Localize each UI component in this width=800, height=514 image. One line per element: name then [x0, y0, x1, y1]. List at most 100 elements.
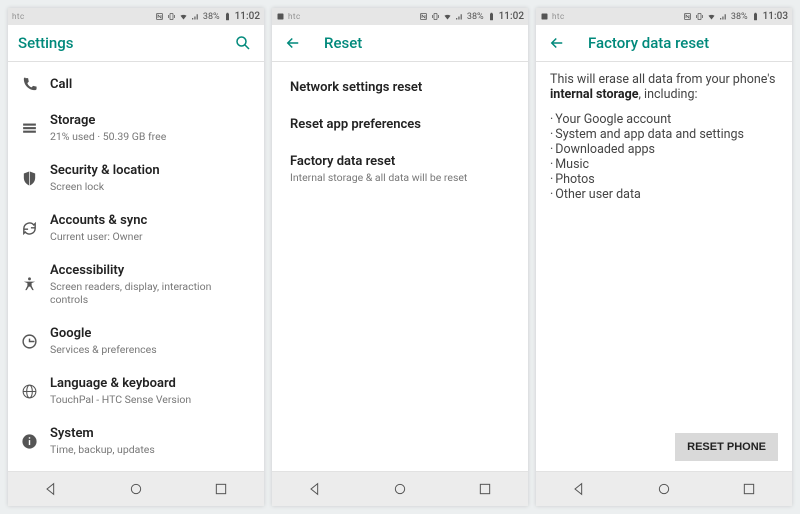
wifi-icon — [707, 12, 716, 21]
accessibility-icon — [16, 276, 42, 293]
app-bar: Factory data reset — [536, 25, 792, 62]
vibrate-icon — [167, 12, 176, 21]
erase-item: Your Google account — [550, 112, 778, 127]
status-battery: 38% — [731, 12, 748, 22]
signal-icon — [191, 12, 200, 21]
nav-recents-button[interactable] — [734, 474, 764, 504]
google-icon — [16, 333, 42, 350]
status-bar: htc 38% 11:03 — [536, 8, 792, 25]
arrow-back-icon — [548, 34, 566, 52]
reset-item-network[interactable]: Network settings reset — [272, 70, 528, 107]
status-battery: 38% — [203, 12, 220, 22]
status-time: 11:03 — [763, 11, 788, 22]
row-title: Call — [50, 77, 252, 92]
status-battery: 38% — [467, 12, 484, 22]
signal-icon — [719, 12, 728, 21]
page-title: Factory data reset — [588, 34, 782, 52]
app-bar: Reset — [272, 25, 528, 62]
row-subtitle: Screen readers, display, interaction con… — [50, 280, 252, 306]
back-button[interactable] — [546, 32, 568, 54]
settings-row-call[interactable]: Call — [8, 66, 264, 103]
nav-back-button[interactable] — [36, 474, 66, 504]
row-subtitle: TouchPal - HTC Sense Version — [50, 393, 252, 406]
arrow-back-icon — [284, 34, 302, 52]
settings-row-accessibility[interactable]: Accessibility Screen readers, display, in… — [8, 253, 264, 316]
settings-row-system[interactable]: System Time, backup, updates — [8, 416, 264, 466]
erase-list: Your Google account System and app data … — [550, 112, 778, 202]
reset-list: Network settings reset Reset app prefere… — [272, 62, 528, 471]
back-button[interactable] — [282, 32, 304, 54]
status-brand: htc — [552, 12, 565, 21]
battery-icon — [223, 12, 232, 21]
battery-icon — [487, 12, 496, 21]
row-title: Reset app preferences — [290, 117, 514, 132]
row-subtitle: Time, backup, updates — [50, 443, 252, 456]
vibrate-icon — [431, 12, 440, 21]
reset-item-app-prefs[interactable]: Reset app preferences — [272, 107, 528, 144]
search-button[interactable] — [232, 32, 254, 54]
circle-home-icon — [656, 481, 672, 497]
status-bar: htc 38% 11:02 — [8, 8, 264, 25]
status-time: 11:02 — [235, 11, 260, 22]
square-recents-icon — [213, 481, 229, 497]
battery-icon — [751, 12, 760, 21]
settings-row-security[interactable]: Security & location Screen lock — [8, 153, 264, 203]
erase-item: Downloaded apps — [550, 142, 778, 157]
settings-row-storage[interactable]: Storage21% used · 50.39 GB free — [8, 103, 264, 153]
reset-phone-button[interactable]: RESET PHONE — [675, 433, 778, 461]
settings-row-google[interactable]: GoogleServices & preferences — [8, 316, 264, 366]
search-icon — [234, 34, 252, 52]
status-brand: htc — [12, 12, 25, 21]
row-title: Accessibility — [50, 263, 252, 278]
shield-icon — [16, 170, 42, 187]
nav-back-button[interactable] — [564, 474, 594, 504]
nfc-icon — [419, 12, 428, 21]
erase-item: Photos — [550, 172, 778, 187]
row-subtitle: Current user: Owner — [50, 230, 252, 243]
nav-bar — [8, 471, 264, 506]
nav-recents-button[interactable] — [470, 474, 500, 504]
row-title: Accounts & sync — [50, 213, 252, 228]
row-title: System — [50, 426, 252, 441]
row-title: Security & location — [50, 163, 252, 178]
nav-back-button[interactable] — [300, 474, 330, 504]
nav-recents-button[interactable] — [206, 474, 236, 504]
square-recents-icon — [741, 481, 757, 497]
square-recents-icon — [477, 481, 493, 497]
nav-bar — [272, 471, 528, 506]
circle-home-icon — [392, 481, 408, 497]
erase-item: Music — [550, 157, 778, 172]
settings-list: Call Storage21% used · 50.39 GB free Sec… — [8, 62, 264, 471]
intro-text: This will erase all data from your phone… — [550, 72, 778, 102]
triangle-back-icon — [571, 481, 587, 497]
row-title: Google — [50, 326, 252, 341]
nav-home-button[interactable] — [121, 474, 151, 504]
nav-bar — [536, 471, 792, 506]
nav-home-button[interactable] — [385, 474, 415, 504]
info-icon — [16, 433, 42, 450]
row-subtitle: Screen lock — [50, 180, 252, 193]
triangle-back-icon — [43, 481, 59, 497]
erase-item: System and app data and settings — [550, 127, 778, 142]
app-bar: Settings — [8, 25, 264, 62]
wifi-icon — [443, 12, 452, 21]
circle-home-icon — [128, 481, 144, 497]
reset-item-factory[interactable]: Factory data reset Internal storage & al… — [272, 144, 528, 196]
settings-row-language[interactable]: Language & keyboard TouchPal - HTC Sense … — [8, 366, 264, 416]
row-title: Network settings reset — [290, 80, 514, 95]
row-subtitle: Internal storage & all data will be rese… — [290, 171, 514, 184]
sync-icon — [16, 220, 42, 237]
wifi-icon — [179, 12, 188, 21]
globe-icon — [16, 383, 42, 400]
row-title: Language & keyboard — [50, 376, 252, 391]
factory-reset-body: This will erase all data from your phone… — [536, 62, 792, 471]
settings-row-accounts[interactable]: Accounts & sync Current user: Owner — [8, 203, 264, 253]
page-title: Settings — [18, 34, 232, 52]
row-subtitle: 21% used · 50.39 GB free — [50, 130, 252, 143]
triangle-back-icon — [307, 481, 323, 497]
nfc-icon — [683, 12, 692, 21]
app-notification-icon — [540, 12, 549, 21]
nav-home-button[interactable] — [649, 474, 679, 504]
screen-settings: htc 38% 11:02 Settings Call — [8, 8, 264, 506]
vibrate-icon — [695, 12, 704, 21]
